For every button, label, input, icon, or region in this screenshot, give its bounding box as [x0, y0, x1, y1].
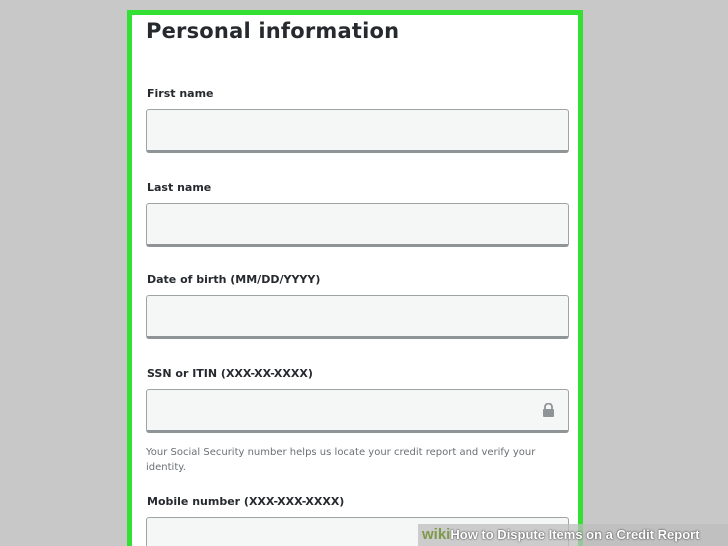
lock-icon	[543, 403, 554, 417]
watermark-brand: wiki	[422, 526, 451, 543]
wikihow-watermark: wikiHow to Dispute Items on a Credit Rep…	[418, 524, 728, 546]
form-title: Personal information	[146, 19, 400, 43]
ssn-input[interactable]	[146, 389, 569, 433]
ssn-help-text: Your Social Security number helps us loc…	[146, 447, 536, 473]
watermark-how: How	[450, 527, 478, 542]
last-name-input[interactable]	[146, 203, 569, 247]
mobile-number-label: Mobile number (XXX-XXX-XXXX)	[147, 495, 345, 508]
personal-info-form: Personal information First name Last nam…	[127, 10, 583, 546]
watermark-title: to Dispute Items on a Credit Report	[477, 527, 700, 542]
date-of-birth-label: Date of birth (MM/DD/YYYY)	[147, 273, 321, 286]
date-of-birth-input[interactable]	[146, 295, 569, 339]
last-name-label: Last name	[147, 181, 212, 194]
screenshot-stage: Personal information First name Last nam…	[0, 0, 728, 546]
first-name-label: First name	[147, 87, 214, 100]
first-name-input[interactable]	[146, 109, 569, 153]
ssn-label: SSN or ITIN (XXX-XX-XXXX)	[147, 367, 313, 380]
